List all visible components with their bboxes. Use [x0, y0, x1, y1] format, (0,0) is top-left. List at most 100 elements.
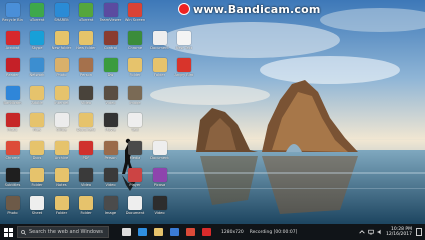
desktop-icon[interactable]: Chrome: [124, 30, 147, 59]
volume-icon[interactable]: [377, 229, 383, 235]
desktop-icon[interactable]: Files: [26, 113, 49, 141]
desktop-icon[interactable]: Image: [124, 85, 147, 114]
desktop-icon[interactable]: Music: [1, 113, 24, 141]
desktop-icon[interactable]: Photo: [50, 58, 73, 86]
desktop-icon-label: Folder: [31, 183, 43, 187]
system-tray: 10:28 PM 12/16/2017: [359, 227, 425, 237]
desktop-icon-label: uTorrent: [78, 18, 94, 22]
start-button[interactable]: [0, 224, 16, 240]
clock[interactable]: 10:28 PM 12/16/2017: [386, 227, 412, 237]
search-input[interactable]: Search the web and Windows: [17, 226, 109, 238]
desktop-icon[interactable]: SHAREit: [50, 3, 73, 31]
taskbar-apps: [119, 225, 215, 239]
file-explorer-icon[interactable]: [151, 225, 165, 239]
desktop-icon-label: uTorrent: [29, 18, 45, 22]
desktop-icon-label: Video: [105, 183, 116, 187]
desktop-icon[interactable]: PDF: [75, 140, 98, 169]
chevron-up-icon[interactable]: [359, 229, 365, 235]
desktop-icon-label: Text: [131, 128, 139, 132]
desktop-icon[interactable]: Win Screen: [124, 3, 147, 31]
desktop-icon-label: Dw: [107, 73, 114, 77]
desktop-icon[interactable]: Acrobat: [1, 30, 24, 59]
desktop-icon[interactable]: Media: [124, 140, 147, 169]
desktop-icon[interactable]: Folder: [124, 58, 147, 86]
desktop-icon[interactable]: Text: [124, 113, 147, 141]
desktop-icon[interactable]: TeamViewer: [99, 3, 122, 31]
search-placeholder: Search the web and Windows: [29, 229, 103, 235]
store-icon[interactable]: [167, 225, 181, 239]
desktop-icon-image: [30, 168, 44, 182]
desktop-icon[interactable]: Photo: [1, 195, 24, 224]
desktop-icon[interactable]: Video: [99, 168, 122, 196]
desktop-icon-label: Image: [104, 210, 117, 215]
action-center-icon[interactable]: [416, 228, 422, 236]
desktop-icon[interactable]: New Text: [173, 30, 196, 59]
desktop-icon[interactable]: Bandicam: [1, 85, 24, 114]
desktop-icon[interactable]: Recycle Bin: [1, 3, 24, 31]
desktop-icon[interactable]: Folder: [75, 195, 98, 224]
desktop-icon[interactable]: uTorrent: [75, 3, 98, 31]
desktop-icon-label: Image: [129, 100, 141, 105]
desktop-icon-image: [79, 30, 93, 45]
desktop-icon-image: [54, 30, 69, 45]
desktop-icon[interactable]: Sheet: [26, 195, 49, 224]
desktop-icon-label: Video: [80, 100, 92, 105]
desktop-icon[interactable]: Internet: [50, 85, 73, 114]
desktop-icon[interactable]: Adobe: [26, 85, 49, 114]
desktop-icon-image: [152, 168, 167, 182]
desktop-icon-label: Files: [33, 128, 41, 132]
desktop-icon-image: [54, 195, 69, 210]
edge-icon[interactable]: [135, 225, 149, 239]
desktop-icon-image: [152, 195, 167, 210]
desktop-icon[interactable]: Archive: [50, 140, 73, 169]
desktop-icon[interactable]: Folder: [50, 195, 73, 224]
desktop-icon[interactable]: Movie: [99, 113, 122, 141]
desktop-icon-image: [5, 30, 20, 45]
desktop-icon-image: [128, 168, 142, 182]
desktop-icon[interactable]: Person: [75, 58, 98, 86]
desktop-icon[interactable]: Document: [148, 140, 171, 169]
desktop-icon[interactable]: Video: [75, 85, 98, 114]
desktop-icon[interactable]: Office: [50, 113, 73, 141]
desktop-icon[interactable]: Skype: [26, 30, 49, 59]
desktop-icon-image: [177, 58, 191, 72]
desktop-icon[interactable]: Document: [124, 195, 147, 224]
task-view-icon[interactable]: [119, 225, 133, 239]
bandicam-icon[interactable]: [199, 225, 213, 239]
windows-logo-icon: [3, 227, 13, 237]
desktop-icon[interactable]: Person: [99, 140, 122, 169]
desktop-icon[interactable]: Video: [148, 195, 171, 224]
desktop-icon[interactable]: Document: [75, 113, 98, 141]
desktop-icon[interactable]: Dw: [99, 58, 122, 86]
desktop-icon-label: Video: [80, 183, 92, 187]
desktop-icon-label: Network: [29, 73, 45, 77]
desktop-icon[interactable]: Video: [75, 168, 98, 196]
desktop-icon[interactable]: Notes: [50, 168, 73, 196]
desktop-icon[interactable]: Player: [124, 168, 147, 196]
desktop-icon[interactable]: Document: [148, 30, 171, 59]
desktop-icon[interactable]: uTorrent: [26, 3, 49, 31]
desktop-icon-label: Document: [150, 45, 169, 50]
desktop-icon[interactable]: Chrome: [1, 140, 24, 169]
network-icon[interactable]: [368, 229, 374, 235]
desktop-icon[interactable]: Subtitles: [1, 168, 24, 196]
watermark-text: www.Bandicam.com: [193, 2, 321, 16]
desktop-icon[interactable]: Docs: [26, 140, 49, 169]
taskbar: Search the web and Windows 1280x720 Reco…: [0, 224, 425, 240]
desktop-icon-label: Person: [79, 73, 93, 77]
desktop-icon[interactable]: Image: [99, 195, 122, 224]
desktop-icon[interactable]: Folder: [148, 58, 171, 86]
desktop-icon[interactable]: Control: [99, 30, 122, 59]
desktop-icon[interactable]: Angry Bird: [173, 58, 196, 86]
desktop-icon[interactable]: Video: [99, 85, 122, 114]
desktop-icon[interactable]: Picasa: [148, 168, 171, 196]
desktop-icon[interactable]: Network: [26, 58, 49, 86]
desktop-icon-label: Bandicam: [3, 100, 22, 105]
desktop-icon[interactable]: New folder: [75, 30, 98, 59]
desktop-icon[interactable]: Folder: [26, 168, 49, 196]
desktop-icon[interactable]: Reader: [1, 58, 24, 86]
desktop-icon-label: Music: [7, 128, 18, 132]
desktop-icon[interactable]: New folder: [50, 30, 73, 59]
desktop-icon-image: [152, 58, 167, 72]
chrome-icon[interactable]: [183, 225, 197, 239]
